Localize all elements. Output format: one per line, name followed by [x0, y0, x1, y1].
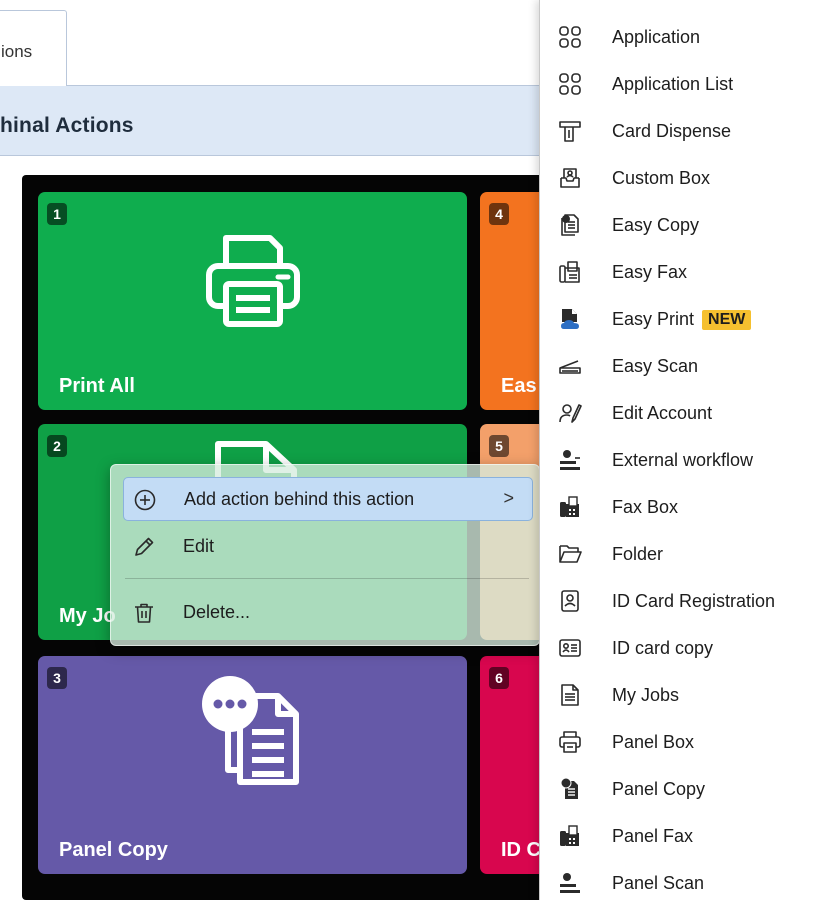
submenu-item-label: External workflow [612, 450, 754, 470]
submenu-item-easy-scan[interactable]: Easy Scan [540, 342, 832, 389]
submenu-item-external-workflow[interactable]: External workflow [540, 436, 832, 483]
submenu-item-application-list[interactable]: Application List [540, 60, 832, 107]
submenu-item-panel-fax[interactable]: Panel Fax [540, 812, 832, 859]
submenu-item-label: Folder [612, 544, 664, 564]
tile-label: My Jo [59, 605, 116, 627]
submenu-item-label: Easy Scan [612, 356, 699, 376]
action-type-submenu: Application Application List Card Dispen… [539, 0, 832, 900]
tile-number: 2 [47, 435, 67, 457]
menu-divider [125, 578, 529, 579]
card-dispense-icon [559, 121, 581, 142]
submenu-item-panel-copy[interactable]: Panel Copy [540, 765, 832, 812]
panel-copy-icon [201, 676, 299, 785]
submenu-item-label: ID card copy [612, 638, 714, 658]
submenu-item-label: Edit Account [612, 403, 713, 423]
tab-terminal-actions[interactable]: ions [0, 10, 67, 87]
tile-label: ID C [501, 839, 541, 861]
scan-icon [559, 360, 581, 374]
external-workflow-icon [560, 450, 580, 470]
panel-fax-icon [560, 825, 579, 846]
copy-icon [561, 214, 579, 236]
grid-icon [559, 26, 581, 48]
fax-icon [559, 261, 580, 283]
tile-number: 4 [489, 203, 509, 225]
submenu-item-edit-account[interactable]: Edit Account [540, 389, 832, 436]
submenu-item-fax-box[interactable]: Fax Box [540, 483, 832, 530]
add-action-behind-menu-item[interactable]: Add action behind this action > [123, 477, 533, 521]
panel-copy-icon [560, 777, 578, 799]
submenu-item-label: Easy Copy [612, 215, 700, 235]
printer-icon [205, 235, 300, 327]
submenu-item-label: Application [612, 27, 701, 47]
page-title: hinal Actions [0, 114, 134, 137]
submenu-item-my-jobs[interactable]: My Jobs [540, 671, 832, 718]
submenu-item-id-card-registration[interactable]: ID Card Registration [540, 577, 832, 624]
tile-label: Print All [59, 375, 135, 397]
chevron-right-icon: > [503, 488, 514, 508]
submenu-item-label: Easy Fax [612, 262, 688, 282]
context-menu: Add action behind this action > Edit Del… [110, 464, 540, 646]
submenu-item-easy-fax[interactable]: Easy Fax [540, 248, 832, 295]
terminal-actions-editor: ions hinal Actions 1 Print All 2 My Jo 3… [0, 0, 832, 900]
submenu-item-label: Panel Copy [612, 779, 706, 799]
tile-number: 1 [47, 203, 67, 225]
edit-account-icon [559, 404, 582, 423]
submenu-item-label: Custom Box [612, 168, 711, 188]
action-tile-panel-copy[interactable]: 3 Panel Copy [38, 656, 467, 874]
menu-item-label: Delete... [183, 602, 251, 622]
new-badge: NEW [702, 310, 752, 330]
action-tile-print-all[interactable]: 1 Print All [38, 192, 467, 410]
submenu-item-label: Application List [612, 74, 734, 94]
fax-box-icon [560, 496, 579, 517]
trash-icon [135, 603, 153, 623]
id-card-icon [559, 639, 581, 657]
cloud-print-icon [561, 309, 579, 329]
submenu-item-application[interactable]: Application [540, 13, 832, 60]
grid-icon [559, 73, 581, 95]
panel-scan-icon [560, 873, 580, 893]
tile-label: Eas [501, 375, 537, 397]
submenu-item-id-card-copy[interactable]: ID card copy [540, 624, 832, 671]
submenu-item-label: Panel Box [612, 732, 695, 752]
submenu-item-panel-box[interactable]: Panel Box [540, 718, 832, 765]
tile-number: 6 [489, 667, 509, 689]
id-card-registration-icon [561, 590, 579, 612]
edit-menu-item[interactable]: Edit [123, 525, 533, 569]
submenu-item-label: Panel Scan [612, 873, 705, 893]
submenu-item-label: ID Card Registration [612, 591, 776, 611]
tile-number: 3 [47, 667, 67, 689]
submenu-item-label-text: Easy Print [612, 309, 695, 329]
submenu-item-label: Easy Print NEW [612, 309, 752, 330]
submenu-item-folder[interactable]: Folder [540, 530, 832, 577]
plus-circle-icon [134, 489, 156, 511]
tab-label: ions [1, 42, 33, 61]
menu-item-label: Add action behind this action [184, 489, 415, 509]
submenu-item-label: My Jobs [612, 685, 680, 705]
submenu-item-custom-box[interactable]: Custom Box [540, 154, 832, 201]
delete-menu-item[interactable]: Delete... [123, 591, 533, 635]
submenu-item-easy-print[interactable]: Easy Print NEW [540, 295, 832, 342]
submenu-item-panel-scan[interactable]: Panel Scan [540, 859, 832, 900]
submenu-item-label: Card Dispense [612, 121, 732, 141]
custom-box-icon [560, 168, 580, 188]
menu-item-label: Edit [183, 536, 215, 556]
panel-box-icon [559, 731, 581, 753]
folder-icon [559, 545, 582, 563]
tile-label: Panel Copy [59, 839, 168, 861]
submenu-item-label: Fax Box [612, 497, 679, 517]
document-icon [561, 684, 579, 706]
submenu-item-card-dispense[interactable]: Card Dispense [540, 107, 832, 154]
tile-number: 5 [489, 435, 509, 457]
submenu-item-easy-copy[interactable]: Easy Copy [540, 201, 832, 248]
submenu-item-label: Panel Fax [612, 826, 694, 846]
pencil-icon [135, 537, 154, 556]
